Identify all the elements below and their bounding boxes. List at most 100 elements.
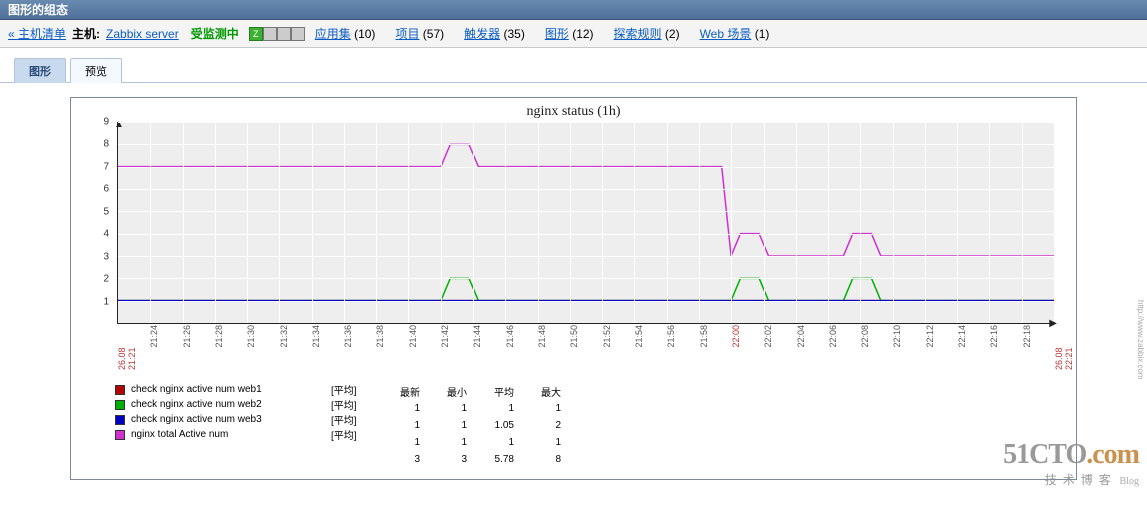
tab-图形[interactable]: 图形 [14, 58, 66, 83]
legend-value: 1 [383, 418, 428, 433]
x-tick: 21:56 [666, 325, 676, 348]
x-tick: 21:48 [537, 325, 547, 348]
x-tick: 21:52 [602, 325, 612, 348]
legend-value: 1 [477, 435, 522, 450]
snmp-avail-icon [263, 27, 277, 41]
legend-agg: [平均] [331, 427, 381, 442]
tab-预览[interactable]: 预览 [70, 58, 122, 83]
legend-value: 8 [524, 452, 569, 467]
legend-header: 最大 [524, 384, 569, 399]
nav-link[interactable]: 项目 [395, 27, 419, 41]
x-tick: 22:00 [731, 325, 741, 348]
nav-counts: 应用集 (10) 项目 (57) 触发器 (35) 图形 (12) 探索规则 (2) We… [315, 25, 790, 42]
back-hostlist-link[interactable]: « 主机清单 [8, 25, 66, 42]
watermark-sub: 技术博客 [1045, 473, 1117, 487]
nav-bar: « 主机清单 主机: Zabbix server 受监测中 Z 应用集 (10)… [0, 20, 1147, 48]
series-line [118, 144, 1054, 256]
nav-link[interactable]: 触发器 [464, 27, 500, 41]
x-tick: 21:46 [505, 325, 515, 348]
y-tick: 9 [103, 117, 109, 128]
x-tick: 21:58 [699, 325, 709, 348]
availability-cells: Z [249, 27, 305, 41]
legend-agg: [平均] [331, 382, 381, 397]
legend-header: 平均 [477, 384, 522, 399]
legend-row: check nginx active num web1[平均] [115, 382, 381, 397]
y-tick: 5 [103, 206, 109, 217]
legend-name: check nginx active num web1 [131, 384, 331, 395]
tab-strip: 图形预览 [0, 48, 1147, 83]
legend-value: 1 [383, 435, 428, 450]
legend-row: check nginx active num web3[平均] [115, 412, 381, 427]
legend-value: 1 [477, 401, 522, 416]
nav-link[interactable]: 探索规则 [614, 27, 662, 41]
x-tick: 22:12 [925, 325, 935, 348]
y-tick: 2 [103, 274, 109, 285]
legend-agg: [平均] [331, 397, 381, 412]
chart-plot: 123456789 ▲ ▶ 26.08 21:2121:2421:2621:28… [75, 122, 1072, 342]
title-bar: 图形的组态 [0, 0, 1147, 20]
legend-value: 1 [430, 435, 475, 450]
x-tick: 21:36 [343, 325, 353, 348]
monitoring-status: 受监测中 [191, 25, 239, 42]
watermark-domain: .com [1086, 439, 1139, 470]
x-tick: 21:34 [311, 325, 321, 348]
watermark-main: 51CTO [1003, 439, 1086, 470]
x-tick: 21:24 [149, 325, 159, 348]
legend-name: nginx total Active num [131, 429, 331, 440]
series-line [118, 278, 1054, 300]
legend-swatch [115, 385, 125, 395]
legend-value: 3 [383, 452, 428, 467]
legend-agg: [平均] [331, 412, 381, 427]
nav-link[interactable]: 图形 [545, 27, 569, 41]
x-tick: 22:08 [860, 325, 870, 348]
x-tick: 21:44 [472, 325, 482, 348]
x-tick: 21:28 [214, 325, 224, 348]
x-tick: 21:30 [246, 325, 256, 348]
host-label: 主机: [72, 25, 100, 42]
x-tick: 21:38 [375, 325, 385, 348]
chart-title: nginx status (1h) [75, 102, 1072, 122]
legend-value: 1.05 [477, 418, 522, 433]
legend-swatch [115, 430, 125, 440]
nav-count: (10) [351, 27, 376, 41]
legend-name: check nginx active num web2 [131, 399, 331, 410]
x-tick: 21:42 [440, 325, 450, 348]
nav-count: (35) [500, 27, 525, 41]
y-tick: 3 [103, 251, 109, 262]
y-tick: 8 [103, 139, 109, 150]
legend-value: 1 [524, 401, 569, 416]
y-tick: 4 [103, 229, 109, 240]
x-tick: 22:10 [892, 325, 902, 348]
legend-swatch [115, 400, 125, 410]
legend-value: 1 [430, 401, 475, 416]
zbx-avail-icon: Z [249, 27, 263, 41]
watermark-blog: Blog [1120, 476, 1139, 487]
legend-value: 1 [430, 418, 475, 433]
legend-value: 5.78 [477, 452, 522, 467]
nav-count: (2) [662, 27, 680, 41]
x-tick: 22:16 [989, 325, 999, 348]
legend-header: 最新 [383, 384, 428, 399]
x-tick: 22:14 [957, 325, 967, 348]
nav-count: (12) [569, 27, 594, 41]
chart-frame: nginx status (1h) 123456789 ▲ ▶ 26.08 21… [70, 97, 1077, 480]
legend-value: 1 [524, 435, 569, 450]
legend-swatch [115, 415, 125, 425]
x-tick: 26.08 21:21 [117, 325, 137, 370]
x-tick: 21:26 [182, 325, 192, 348]
x-tick: 21:50 [569, 325, 579, 348]
x-tick: 22:06 [828, 325, 838, 348]
y-tick: 7 [103, 161, 109, 172]
nav-link[interactable]: 应用集 [315, 27, 351, 41]
legend-header: 最小 [430, 384, 475, 399]
nav-count: (1) [751, 27, 769, 41]
site-watermark: 51CTO.com 技术博客 Blog [1003, 439, 1139, 488]
x-tick: 22:04 [796, 325, 806, 348]
nav-link[interactable]: Web 场景 [700, 27, 752, 41]
nav-count: (57) [419, 27, 444, 41]
y-tick: 6 [103, 184, 109, 195]
x-tick: 26.08 22:21 [1054, 325, 1074, 370]
host-name-link[interactable]: Zabbix server [106, 27, 179, 41]
legend-row: check nginx active num web2[平均] [115, 397, 381, 412]
y-tick: 1 [103, 296, 109, 307]
